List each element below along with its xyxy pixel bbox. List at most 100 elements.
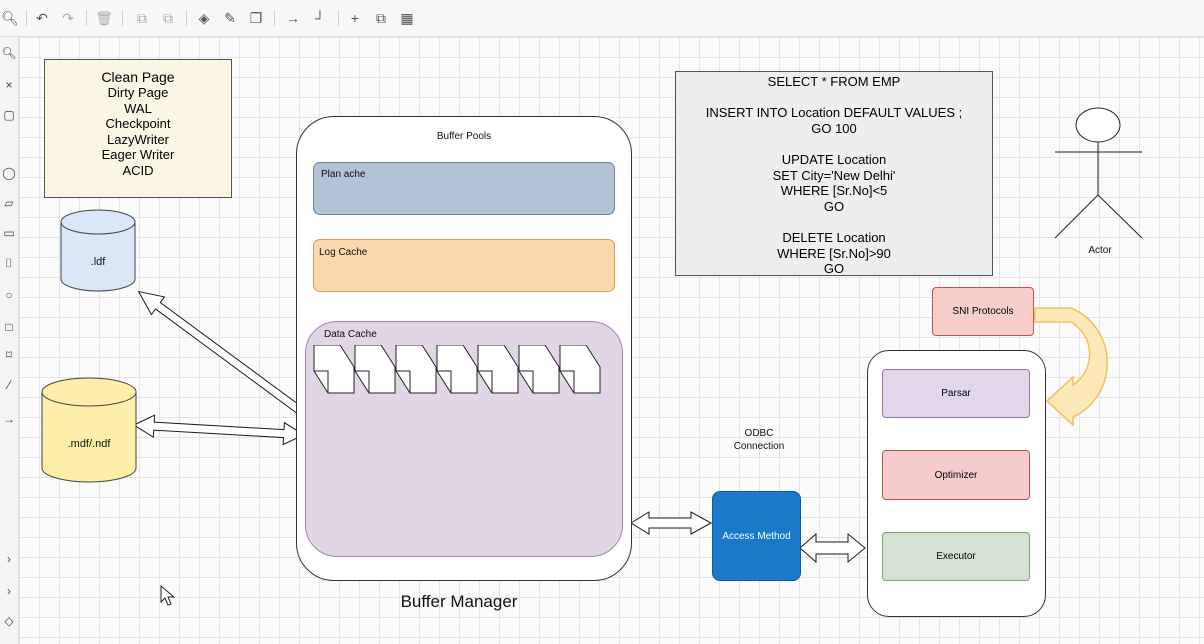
sql-line: WHERE [Sr.No]>90 <box>777 245 891 261</box>
close-icon[interactable]: × <box>1 77 17 93</box>
data-page-icon <box>477 344 519 394</box>
sni-protocols-box[interactable]: SNI Protocols <box>932 287 1034 336</box>
log-cache-box[interactable]: Log Cache <box>313 239 615 292</box>
data-page-icon <box>518 344 560 394</box>
data-page-icon <box>395 344 437 394</box>
log-cache-label: Log Cache <box>319 247 368 258</box>
redo-icon[interactable]: ↷ <box>58 8 78 28</box>
ldf-cylinder[interactable]: .ldf <box>60 209 136 292</box>
buffer-pool-title: Buffer Pools <box>436 131 492 142</box>
to-back-icon[interactable]: ⧉ <box>158 8 178 28</box>
note-title: Clean Page <box>101 69 175 85</box>
fill-color-icon[interactable]: ◈ <box>194 8 214 28</box>
buffer-access-double-arrow[interactable] <box>630 511 713 535</box>
sql-line: UPDATE Location <box>781 151 887 167</box>
optimizer-box[interactable]: Optimizer <box>882 450 1030 500</box>
note-line: LazyWriter <box>107 131 169 147</box>
access-engine-double-arrow[interactable] <box>799 532 866 564</box>
shape-document-icon[interactable]: ▭ <box>1 225 17 241</box>
data-pages <box>313 344 603 395</box>
parser-label: Parsar <box>941 388 971 399</box>
buffer-manager-label: Buffer Manager <box>400 592 518 611</box>
parser-box[interactable]: Parsar <box>882 369 1030 418</box>
delete-icon[interactable]: 🗑︎ <box>94 8 114 28</box>
data-page-icon <box>559 344 601 394</box>
data-page-icon <box>436 344 478 394</box>
sql-line: INSERT INTO Location DEFAULT VALUES ; <box>705 105 963 121</box>
optimizer-label: Optimizer <box>934 469 978 481</box>
shape-line-icon[interactable]: ⁄ <box>1 377 17 393</box>
data-page-icon <box>313 344 355 394</box>
cylinder-shape <box>60 209 136 292</box>
toolbar-separator <box>122 10 123 26</box>
sql-statements-box[interactable]: SELECT * FROM EMP INSERT INTO Location DE… <box>675 71 993 276</box>
shape-sidebar: 🔍︎ × ▢ ◯ ▱ ▭ ⌷ ○ □ ⌑ ⁄ → › › ◇ <box>0 37 19 644</box>
shape-cylinder-icon[interactable]: ⌷ <box>1 255 17 271</box>
sql-line: SELECT * FROM EMP <box>767 74 901 89</box>
table-icon[interactable]: ▦ <box>397 8 417 28</box>
connection-arrow-icon[interactable]: → <box>283 8 303 28</box>
note-line: Dirty Page <box>107 85 169 100</box>
data-page-icon <box>354 344 396 394</box>
executor-box[interactable]: Executor <box>882 532 1030 581</box>
data-cache-label: Data Cache <box>324 329 377 340</box>
sql-line: GO <box>823 198 845 214</box>
mouse-pointer-icon <box>160 585 176 606</box>
shadow-icon[interactable]: ❐ <box>246 8 266 28</box>
toolbar-separator <box>274 10 275 26</box>
shape-square-icon[interactable]: □ <box>1 319 17 335</box>
waypoint-icon[interactable]: ┘ <box>310 8 330 28</box>
executor-label: Executor <box>936 551 976 562</box>
shape-ellipse-icon[interactable]: ◯ <box>1 165 17 181</box>
mdf-cylinder[interactable]: .mdf/.ndf <box>41 377 137 483</box>
odbc-line: Connection <box>733 441 785 452</box>
shape-diamond-icon[interactable]: ◇ <box>1 613 17 629</box>
data-pages-svg <box>313 344 601 394</box>
shape-arrow-icon[interactable]: → <box>1 411 17 427</box>
stick-figure-icon <box>1054 107 1143 239</box>
legend-note[interactable]: Clean Page Dirty Page WAL Checkpoint Laz… <box>44 59 232 198</box>
sql-line: GO 100 <box>811 120 857 136</box>
sql-line: DELETE Location <box>782 229 886 245</box>
note-line: Checkpoint <box>105 116 171 132</box>
plan-cache-box[interactable]: Plan ache <box>313 162 615 215</box>
sql-line: GO <box>823 261 845 277</box>
ldf-label: .ldf <box>90 256 106 268</box>
shape-circle-icon[interactable]: ○ <box>1 287 17 303</box>
sql-line: SET City='New Delhi' <box>772 167 896 183</box>
shape-parallelogram-icon[interactable]: ▱ <box>1 195 17 211</box>
odbc-line: ODBC <box>744 428 774 439</box>
shape-chevron-icon[interactable]: › <box>1 583 17 599</box>
note-line: Eager Writer <box>101 147 175 163</box>
shape-rectangle-icon[interactable]: ▢ <box>1 107 17 123</box>
odbc-connection-label: ODBC Connection <box>716 427 802 453</box>
insert-icon[interactable]: + <box>345 8 365 28</box>
toolbar-separator <box>86 10 87 26</box>
mdf-label: .mdf/.ndf <box>67 438 111 450</box>
cylinder-shape <box>41 377 137 483</box>
mdf-double-arrow[interactable] <box>132 414 305 446</box>
toolbar-separator <box>186 10 187 26</box>
shape-chevron-icon[interactable]: › <box>1 551 17 567</box>
access-method-box[interactable]: Access Method <box>712 491 801 581</box>
zoom-icon[interactable]: 🔍︎ <box>0 8 20 28</box>
toolbar-separator <box>338 10 339 26</box>
actor-shape[interactable]: Actor <box>1050 105 1150 257</box>
ldf-arrow[interactable] <box>132 283 308 421</box>
shape-tag-icon[interactable]: ⌑ <box>1 347 17 363</box>
note-line: WAL <box>124 100 152 116</box>
shapes-icon[interactable]: ⧉ <box>371 8 391 28</box>
line-color-icon[interactable]: ✎ <box>220 8 240 28</box>
sni-label: SNI Protocols <box>952 306 1014 317</box>
diagram-canvas[interactable]: Clean Page Dirty Page WAL Checkpoint Laz… <box>19 37 1204 644</box>
toolbar: 🔍︎ ↶ ↷ 🗑︎ ⧉ ⧉ ◈ ✎ ❐ → ┘ + ⧉ ▦ <box>0 0 1204 37</box>
note-line: ACID <box>122 162 154 178</box>
actor-label: Actor <box>1088 245 1112 256</box>
plan-cache-label: Plan ache <box>321 169 366 180</box>
to-front-icon[interactable]: ⧉ <box>132 8 152 28</box>
undo-icon[interactable]: ↶ <box>32 8 52 28</box>
search-icon[interactable]: 🔍︎ <box>1 45 17 61</box>
toolbar-separator <box>26 10 27 26</box>
sql-line: WHERE [Sr.No]<5 <box>780 183 888 199</box>
access-method-label: Access Method <box>722 530 791 542</box>
